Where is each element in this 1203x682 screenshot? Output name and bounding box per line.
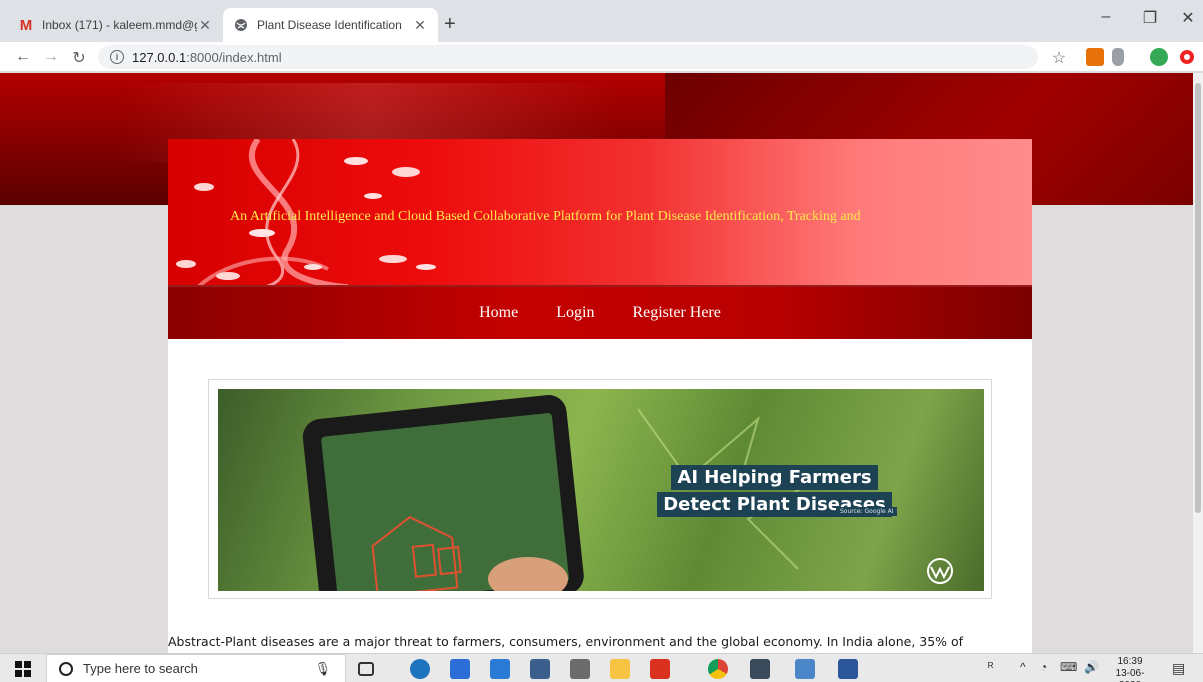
abstract-text: Abstract-Plant diseases are a major thre…: [168, 634, 964, 649]
people-icon[interactable]: ᴿ: [988, 660, 993, 674]
hero-source-credit: Source: Google AI: [836, 507, 898, 516]
mail-icon[interactable]: [490, 659, 510, 679]
url-host: 127.0.0.1: [132, 49, 187, 65]
browser-tab-strip: M Inbox (171) - kaleem.mmd@gma ✕ Plant D…: [0, 0, 1203, 42]
forward-icon[interactable]: →: [42, 48, 60, 66]
close-icon[interactable]: ✕: [412, 17, 428, 34]
hero-image: AI Helping Farmers Detect Plant Diseases…: [218, 389, 984, 591]
pdf-reader-icon[interactable]: [650, 659, 670, 679]
browser-toolbar: ← → ↻ i 127.0.0.1:8000/index.html ☆: [0, 42, 1203, 72]
extension-off-icon[interactable]: [1086, 48, 1104, 66]
windows-taskbar: Type here to search 🎙 ᴿ ^ ◔ ⌨ 🔊 16:39 13…: [0, 653, 1203, 682]
chrome-icon[interactable]: [708, 659, 728, 679]
clock-date: 13-06-2020: [1115, 668, 1145, 682]
window-close-icon[interactable]: ✕: [1178, 8, 1198, 28]
site-info-icon[interactable]: i: [110, 50, 124, 64]
keyboard-icon[interactable]: ⌨: [1060, 660, 1077, 674]
close-icon[interactable]: ✕: [197, 17, 213, 34]
page-viewport: An Artificial Intelligence and Cloud Bas…: [0, 73, 1193, 653]
microphone-icon[interactable]: 🎙: [314, 661, 331, 677]
scrollbar-thumb[interactable]: [1195, 83, 1201, 513]
clock-time: 16:39: [1117, 656, 1143, 667]
bookmark-star-icon[interactable]: ☆: [1050, 48, 1068, 68]
extension-globe-icon[interactable]: [1150, 48, 1168, 66]
main-nav: Home Login Register Here: [168, 287, 1032, 339]
cortana-icon: [59, 661, 73, 676]
taskbar-search[interactable]: Type here to search 🎙: [46, 654, 346, 682]
globe-icon: [233, 17, 249, 33]
tab-title: Inbox (171) - kaleem.mmd@gma: [42, 18, 197, 32]
tab-plant-disease[interactable]: Plant Disease Identification ✕: [223, 8, 438, 42]
gmail-icon: M: [19, 16, 33, 34]
file-explorer-icon[interactable]: [610, 659, 630, 679]
windows-logo-icon: [15, 660, 31, 677]
url-path: :8000/index.html: [186, 49, 282, 65]
nav-login-link[interactable]: Login: [556, 304, 594, 322]
banner-title: An Artificial Intelligence and Cloud Bas…: [230, 209, 861, 224]
terminal-icon[interactable]: [570, 659, 590, 679]
nav-register-link[interactable]: Register Here: [632, 304, 720, 322]
hero-caption-line1: AI Helping Farmers: [671, 465, 878, 490]
page-container: An Artificial Intelligence and Cloud Bas…: [168, 139, 1032, 653]
start-button[interactable]: [0, 654, 46, 682]
wifi-icon[interactable]: ◔: [1040, 660, 1047, 674]
calculator-icon[interactable]: [750, 659, 770, 679]
address-bar[interactable]: i 127.0.0.1:8000/index.html: [98, 45, 1038, 69]
chevron-up-icon[interactable]: ^: [1020, 660, 1026, 674]
taskbar-search-placeholder: Type here to search: [83, 661, 198, 676]
new-tab-button[interactable]: +: [444, 13, 456, 36]
volume-icon[interactable]: 🔊: [1084, 660, 1099, 674]
minimize-icon[interactable]: –: [1096, 8, 1116, 26]
restore-icon[interactable]: ❐: [1140, 8, 1160, 28]
page-scrollbar[interactable]: [1193, 73, 1203, 653]
site-banner: An Artificial Intelligence and Cloud Bas…: [168, 139, 1032, 287]
word-icon[interactable]: [838, 659, 858, 679]
extension-opera-icon[interactable]: [1180, 50, 1194, 64]
task-view-icon[interactable]: [358, 662, 374, 676]
back-icon[interactable]: ←: [14, 48, 32, 66]
notes-icon[interactable]: [530, 659, 550, 679]
edge-icon[interactable]: [410, 659, 430, 679]
tab-title: Plant Disease Identification: [257, 18, 402, 32]
taskbar-clock[interactable]: 16:39 13-06-2020: [1105, 656, 1155, 682]
document-icon[interactable]: [795, 659, 815, 679]
hero-image-frame: AI Helping Farmers Detect Plant Diseases…: [208, 379, 992, 599]
action-center-icon[interactable]: ▤: [1172, 660, 1185, 677]
reload-icon[interactable]: ↻: [70, 48, 88, 68]
extension-shield-icon[interactable]: [1112, 48, 1124, 66]
tab-gmail[interactable]: M Inbox (171) - kaleem.mmd@gma ✕: [8, 8, 223, 42]
nav-home-link[interactable]: Home: [479, 304, 518, 322]
store-icon[interactable]: [450, 659, 470, 679]
